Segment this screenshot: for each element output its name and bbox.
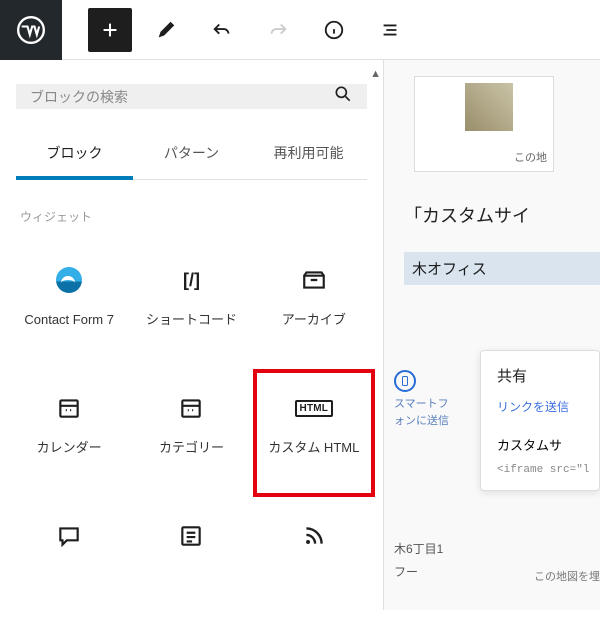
map-caption: この地	[514, 149, 547, 165]
tab-label: ブロック	[47, 145, 103, 161]
tab-patterns[interactable]: パターン	[133, 129, 250, 179]
list-view-icon	[379, 19, 401, 41]
editor-topbar	[0, 0, 600, 60]
add-block-button[interactable]	[88, 8, 132, 52]
block-latest-posts[interactable]	[130, 497, 252, 625]
shortcode-icon: [/]	[176, 265, 206, 295]
search-icon	[333, 84, 353, 109]
tab-reusable[interactable]: 再利用可能	[250, 129, 367, 179]
block-label: カテゴリー	[153, 439, 230, 457]
undo-icon	[211, 19, 233, 41]
calendar-icon	[54, 393, 84, 423]
section-widgets-title: ウィジェット	[20, 208, 363, 225]
block-custom-html[interactable]: HTML カスタム HTML	[253, 369, 375, 497]
edit-mode-button[interactable]	[144, 8, 188, 52]
contact-form-7-icon	[54, 265, 84, 295]
map-embed-preview: この地	[414, 76, 554, 172]
block-label: カスタム HTML	[262, 439, 365, 457]
main-area: ▲ ブロック パターン 再利用可能 ウィジェット Contact Form 7 …	[0, 60, 600, 610]
archive-icon	[299, 265, 329, 295]
redo-icon	[267, 19, 289, 41]
search-input[interactable]	[30, 89, 333, 105]
tab-blocks[interactable]: ブロック	[16, 129, 133, 179]
preview-heading: 「カスタムサイ	[404, 202, 600, 228]
latest-posts-icon	[176, 521, 206, 551]
calendar-icon	[176, 393, 206, 423]
block-archive[interactable]: アーカイブ	[253, 241, 375, 369]
outline-button[interactable]	[368, 8, 412, 52]
block-label: カレンダー	[31, 439, 108, 457]
tab-label: 再利用可能	[274, 145, 344, 161]
plus-icon	[99, 19, 121, 41]
undo-button[interactable]	[200, 8, 244, 52]
rss-icon	[299, 521, 329, 551]
pencil-icon	[155, 19, 177, 41]
phone-icon	[394, 370, 416, 392]
block-calendar[interactable]: カレンダー	[8, 369, 130, 497]
phone-hint: スマートフ ォンに送信	[394, 370, 449, 429]
popup-code: <iframe src="l	[497, 464, 599, 476]
block-category[interactable]: カテゴリー	[130, 369, 252, 497]
address-text: 木6丁目1 フー	[394, 538, 443, 584]
scroll-indicator-icon: ▲	[370, 68, 381, 80]
block-search[interactable]	[16, 84, 367, 109]
info-button[interactable]	[312, 8, 356, 52]
block-label: Contact Form 7	[18, 311, 120, 329]
popup-link[interactable]: リンクを送信	[497, 398, 599, 415]
wordpress-logo-icon	[17, 16, 45, 44]
redo-button	[256, 8, 300, 52]
block-label: ショートコード	[140, 311, 243, 329]
map-footer-text: この地図を埋	[534, 568, 600, 584]
block-inserter-panel: ▲ ブロック パターン 再利用可能 ウィジェット Contact Form 7 …	[0, 60, 384, 610]
block-contact-form-7[interactable]: Contact Form 7	[8, 241, 130, 369]
block-label: アーカイブ	[276, 311, 352, 329]
tab-label: パターン	[164, 145, 219, 161]
inserter-tabs: ブロック パターン 再利用可能	[16, 129, 367, 180]
share-popup: 共有 リンクを送信 カスタムサ <iframe src="l	[480, 350, 600, 491]
block-comments[interactable]	[8, 497, 130, 625]
info-icon	[323, 19, 345, 41]
block-rss[interactable]	[253, 497, 375, 625]
html-icon: HTML	[299, 393, 329, 423]
editor-preview: この地 「カスタムサイ 木オフィス スマートフ ォンに送信 共有 リンクを送信 …	[384, 60, 600, 610]
wordpress-logo[interactable]	[0, 0, 62, 60]
block-grid: Contact Form 7 [/] ショートコード アーカイブ カレンダー	[8, 241, 375, 625]
preview-bar: 木オフィス	[404, 252, 600, 285]
block-shortcode[interactable]: [/] ショートコード	[130, 241, 252, 369]
comment-icon	[54, 521, 84, 551]
popup-title: 共有	[497, 365, 599, 386]
popup-section: カスタムサ	[497, 435, 599, 454]
